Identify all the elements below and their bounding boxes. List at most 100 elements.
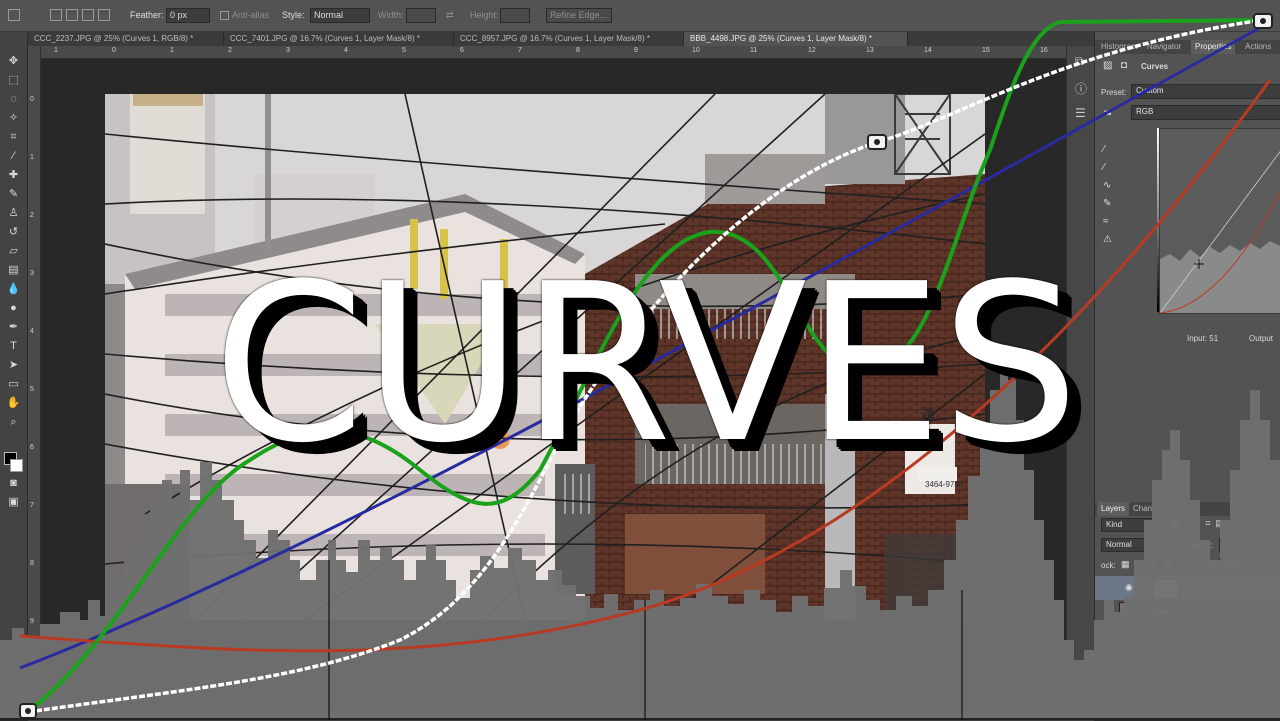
width-input[interactable] [406, 8, 436, 23]
subtract-selection-icon[interactable] [82, 9, 94, 21]
channel-select[interactable]: RGB [1131, 105, 1280, 120]
document-tab[interactable]: CCC_2237.JPG @ 25% (Curves 1, RGB/8) * [28, 32, 224, 46]
healing-brush-tool-icon[interactable]: ✚ [5, 168, 22, 182]
brush-tool-icon[interactable]: ✎ [5, 187, 22, 201]
refine-edge-button[interactable]: Refine Edge... [546, 8, 612, 23]
output-value-label: Output [1249, 334, 1274, 343]
tab-paths[interactable]: Paths [1175, 502, 1203, 516]
hand-adjust-icon[interactable]: ☚ [1103, 108, 1112, 119]
properties-title: Curves [1141, 62, 1169, 71]
curves-graph[interactable] [1159, 128, 1280, 314]
antialias-checkbox[interactable] [220, 11, 229, 20]
style-label: Style: [282, 10, 305, 20]
style-select[interactable]: Normal [310, 8, 370, 23]
ruler-tick-label: 8 [30, 560, 34, 567]
document-tab-bar: CCC_2237.JPG @ 25% (Curves 1, RGB/8) * C… [28, 32, 1094, 46]
shape-tool-icon[interactable]: ▭ [5, 377, 22, 391]
preset-select[interactable]: Custom [1131, 84, 1280, 99]
curve-point-tool-icon[interactable]: ∿ [1103, 180, 1111, 191]
tab-properties[interactable]: Properties [1191, 40, 1236, 54]
lasso-tool-icon[interactable]: ◌ [5, 92, 22, 106]
ruler-tick-label: 7 [518, 47, 522, 54]
layer-row-selected[interactable]: ◉ ⛓ Curves 1 [1095, 576, 1280, 600]
layer-filter-icons[interactable]: ▣◐T⌗▤ [1171, 518, 1229, 529]
info-icon[interactable]: ⓘ [1075, 80, 1087, 97]
gray-point-eyedropper-icon[interactable]: ⁄ [1103, 162, 1105, 173]
smooth-icon[interactable]: ≈ [1103, 216, 1109, 227]
eyedropper-tool-icon[interactable]: ⁄ [5, 149, 22, 163]
link-chain-icon[interactable]: ⛓ [1143, 583, 1153, 592]
background-color-swatch[interactable] [10, 459, 23, 472]
document-tab-label: CCC_8957.JPG @ 16.7% (Curves 1, Layer Ma… [460, 34, 650, 43]
properties-tab-bar: Histogram Navigator Properties Actions [1095, 40, 1280, 54]
mask-icon[interactable]: ◘ [1121, 60, 1127, 71]
eraser-tool-icon[interactable]: ▱ [5, 244, 22, 258]
tab-layers[interactable]: Layers [1097, 502, 1130, 516]
crop-tool-icon[interactable]: ⌗ [5, 130, 22, 144]
layers-tab-bar: Layers Channels Paths [1095, 502, 1280, 516]
add-selection-icon[interactable] [66, 9, 78, 21]
move-tool-icon[interactable]: ✥ [5, 54, 22, 68]
document-tab[interactable]: CCC_7401.JPG @ 16.7% (Curves 1, Layer Ma… [224, 32, 454, 46]
history-brush-tool-icon[interactable]: ↺ [5, 225, 22, 239]
document-tab-label: CCC_2237.JPG @ 25% (Curves 1, RGB/8) * [34, 34, 194, 43]
layer-row[interactable]: Layer 0 [1095, 600, 1280, 622]
feather-label: Feather: [130, 10, 164, 20]
layer-name[interactable]: Curves 1 [1185, 584, 1217, 593]
ruler-tick-label: 3 [30, 270, 34, 277]
visibility-eye-icon[interactable]: ◉ [1125, 582, 1133, 593]
opacity-input[interactable]: 100% [1219, 538, 1255, 552]
input-value-label: Input: 51 [1187, 334, 1219, 343]
layer-mask-thumbnail[interactable] [1153, 579, 1179, 599]
intersect-selection-icon[interactable] [98, 9, 110, 21]
tab-histogram[interactable]: Histogram [1097, 40, 1141, 54]
tab-actions[interactable]: Actions [1241, 40, 1275, 54]
marquee-tool-preset-icon[interactable] [8, 9, 20, 21]
blur-tool-icon[interactable]: 💧 [5, 282, 22, 296]
preset-label: Preset: [1101, 88, 1127, 97]
type-tool-icon[interactable]: T [5, 339, 22, 353]
document-canvas[interactable]: 通 3464-9783 [105, 94, 985, 620]
hand-tool-icon[interactable]: ✋ [5, 396, 22, 410]
blend-mode-select[interactable]: Normal [1101, 538, 1177, 552]
black-point-eyedropper-icon[interactable]: ⁄ [1103, 144, 1105, 155]
pencil-tool-icon[interactable]: ✎ [1103, 198, 1111, 209]
screen-mode-icon[interactable]: ▣ [5, 495, 22, 509]
gradient-tool-icon[interactable]: ▤ [5, 263, 22, 277]
layer-thumbnail [1119, 602, 1143, 620]
ruler-tick-label: 2 [30, 212, 34, 219]
fill-input[interactable]: 100% [1219, 558, 1255, 572]
document-tab[interactable]: CCC_8957.JPG @ 16.7% (Curves 1, Layer Ma… [454, 32, 684, 46]
ruler-vertical: 0 1 2 3 4 5 6 7 8 9 10 [28, 46, 41, 720]
status-bar [28, 708, 1094, 721]
clipping-warning-icon[interactable]: ⚠ [1103, 234, 1112, 245]
lock-icons[interactable]: ▦✎✥🔒 [1121, 559, 1180, 570]
swap-icon[interactable]: ⇄ [446, 10, 454, 21]
ruler-tick-label: 2 [228, 47, 232, 54]
adjustments-icon[interactable]: ☰ [1075, 106, 1086, 120]
document-tab-active[interactable]: BBB_4498.JPG @ 25% (Curves 1, Layer Mask… [684, 32, 908, 46]
quick-select-tool-icon[interactable]: ✧ [5, 111, 22, 125]
collapsed-panel-strip: ⧉ ⓘ ☰ [1066, 46, 1095, 666]
quick-mask-icon[interactable]: ◙ [5, 476, 22, 490]
marquee-tool-icon[interactable]: ⬚ [5, 73, 22, 87]
ruler-tick-label: 4 [344, 47, 348, 54]
dodge-tool-icon[interactable]: ● [5, 301, 22, 315]
tab-channels[interactable]: Channels [1129, 502, 1171, 516]
height-input[interactable] [500, 8, 530, 23]
history-icon[interactable]: ⧉ [1075, 54, 1084, 69]
layer-filter-select[interactable]: Kind [1101, 518, 1165, 532]
antialias-label: Anti-alias [232, 10, 270, 20]
feather-input[interactable]: 0 px [166, 8, 210, 23]
zoom-tool-icon[interactable]: ⌕ [5, 415, 22, 429]
clone-stamp-tool-icon[interactable]: ♙ [5, 206, 22, 220]
document-tab-label: BBB_4498.JPG @ 25% (Curves 1, Layer Mask… [690, 34, 872, 43]
layer-name[interactable]: Layer 0 [1149, 607, 1176, 616]
sign-phone-number: 3464-9783 [925, 480, 964, 489]
path-select-tool-icon[interactable]: ➤ [5, 358, 22, 372]
pen-tool-icon[interactable]: ✒ [5, 320, 22, 334]
ruler-tick-label: 15 [982, 47, 990, 54]
tab-navigator[interactable]: Navigator [1143, 40, 1185, 54]
ruler-tick-label: 1 [170, 47, 174, 54]
new-selection-icon[interactable] [50, 9, 62, 21]
